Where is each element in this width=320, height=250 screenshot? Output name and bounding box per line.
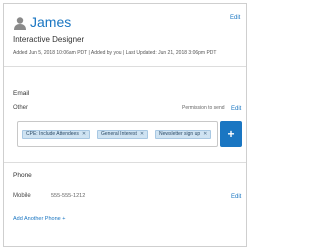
contact-meta: Added Jun 5, 2018 10:06am PDT | Added by… xyxy=(13,50,217,56)
tag-label: General Interest xyxy=(101,131,137,137)
edit-phone-link[interactable]: Edit xyxy=(231,193,241,201)
add-another-phone-link[interactable]: Add Another Phone + xyxy=(13,216,65,223)
edit-contact-link[interactable]: Edit xyxy=(230,14,240,22)
remove-tag-icon[interactable]: ✕ xyxy=(140,131,144,137)
divider xyxy=(4,162,246,163)
tag-chip: CPE: Include Attendees ✕ xyxy=(22,130,91,139)
edit-email-link[interactable]: Edit xyxy=(231,105,241,113)
person-icon xyxy=(14,17,26,30)
divider xyxy=(4,66,246,67)
phone-type-label: Mobile xyxy=(13,193,31,199)
tag-chip: General Interest ✕ xyxy=(97,130,149,139)
contact-name: James xyxy=(30,14,72,30)
remove-tag-icon[interactable]: ✕ xyxy=(203,131,207,137)
email-list-tags[interactable]: CPE: Include Attendees ✕ General Interest… xyxy=(17,121,218,147)
job-title: Interactive Designer xyxy=(13,35,85,44)
email-type-label: Other xyxy=(13,105,29,111)
tag-label: Newsletter sign up xyxy=(159,131,201,137)
tag-chip: Newsletter sign up ✕ xyxy=(155,130,212,139)
remove-tag-icon[interactable]: ✕ xyxy=(82,131,86,137)
phone-heading: Phone xyxy=(13,172,32,179)
permission-label: Permission to send xyxy=(182,105,225,111)
add-list-button[interactable]: + xyxy=(220,121,242,147)
email-heading: Email xyxy=(13,90,30,97)
tag-label: CPE: Include Attendees xyxy=(26,131,79,137)
phone-number: 555-555-1212 xyxy=(51,193,86,199)
contact-card: James Edit Interactive Designer Added Ju… xyxy=(3,3,247,247)
